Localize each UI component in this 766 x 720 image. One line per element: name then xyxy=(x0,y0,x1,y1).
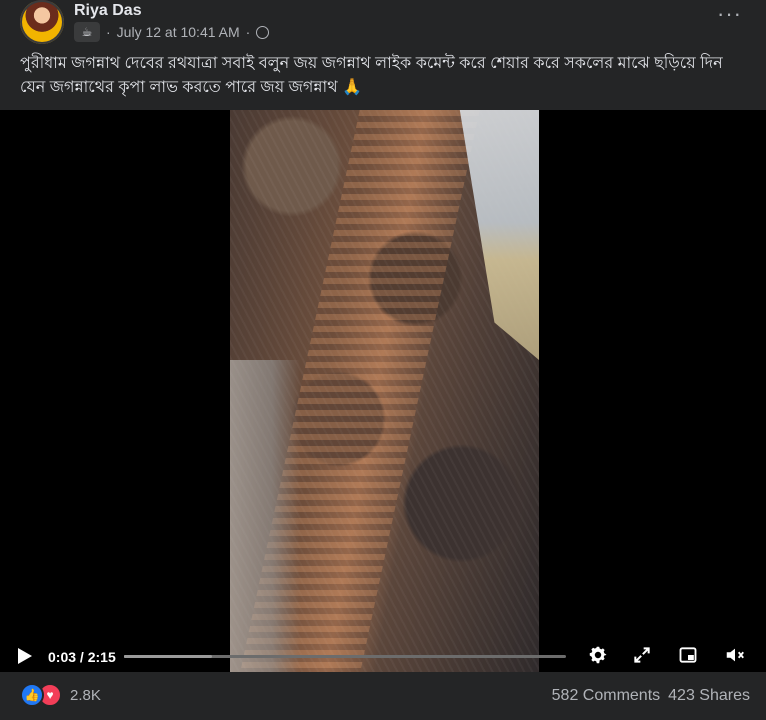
comments-count[interactable]: 582 Comments xyxy=(552,687,661,705)
play-icon[interactable] xyxy=(18,648,32,664)
duration: 2:15 xyxy=(87,649,116,665)
post-caption: পুরীধাম জগন্নাথ দেবের রথযাত্রা সবাই বলুন… xyxy=(20,55,723,96)
post-date[interactable]: July 12 at 10:41 AM xyxy=(117,24,240,40)
post-stats: 582 Comments 423 Shares xyxy=(552,687,750,705)
post-header: Riya Das ☕ · July 12 at 10:41 AM · ··· xyxy=(0,0,766,48)
more-options-icon[interactable]: ··· xyxy=(717,3,742,25)
buffer-bar xyxy=(124,655,213,658)
reaction-count[interactable]: 2.8K xyxy=(70,687,101,704)
avatar[interactable] xyxy=(20,0,64,44)
globe-icon xyxy=(256,25,270,39)
mute-icon[interactable] xyxy=(724,644,746,666)
shares-count[interactable]: 423 Shares xyxy=(668,687,750,705)
meta-separator-2: · xyxy=(245,24,251,40)
post-footer: 👍 ♥ 2.8K 582 Comments 423 Shares xyxy=(0,672,766,720)
video-controls: 0:03 / 2:15 xyxy=(0,640,766,672)
video-time: 0:03 / 2:15 xyxy=(48,649,116,665)
video-player[interactable]: 0:03 / 2:15 xyxy=(0,110,766,672)
coffee-cup-icon: ☕ xyxy=(74,22,100,42)
video-frame-street xyxy=(230,360,300,672)
fullscreen-icon[interactable] xyxy=(631,644,653,666)
meta-separator: · xyxy=(106,24,111,40)
settings-gear-icon[interactable] xyxy=(587,644,609,666)
like-reaction-icon: 👍 xyxy=(20,683,44,707)
post-meta: ☕ · July 12 at 10:41 AM · xyxy=(74,22,270,42)
time-separator: / xyxy=(76,649,88,665)
current-time: 0:03 xyxy=(48,649,77,665)
author-name[interactable]: Riya Das xyxy=(74,2,142,20)
picture-in-picture-icon[interactable] xyxy=(677,644,699,666)
progress-bar[interactable] xyxy=(124,655,566,658)
reactions-summary[interactable]: 👍 ♥ 2.8K xyxy=(20,683,101,707)
